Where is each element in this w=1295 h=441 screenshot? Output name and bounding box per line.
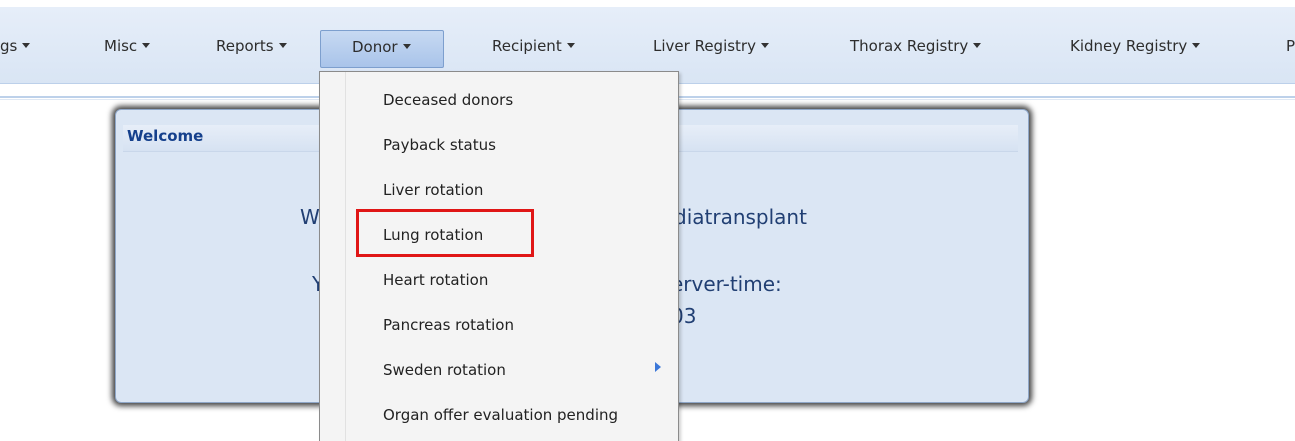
welcome-line-1-left: W	[300, 205, 320, 229]
chevron-down-icon	[566, 43, 575, 48]
menu-label: Kidney Registry	[1070, 37, 1188, 55]
menu-item-reports[interactable]: Reports	[216, 37, 287, 55]
menu-item-organ-offer-evaluation-pending[interactable]: Organ offer evaluation pending	[383, 406, 618, 424]
chevron-down-icon	[278, 43, 287, 48]
chevron-down-icon	[760, 43, 769, 48]
menu-item-heart-rotation[interactable]: Heart rotation	[383, 271, 488, 289]
welcome-title: Welcome	[127, 127, 204, 145]
menu-label: Thorax Registry	[850, 37, 969, 55]
menu-item-lung-rotation[interactable]: Lung rotation	[383, 226, 483, 244]
menu-item-recipient[interactable]: Recipient	[492, 37, 575, 55]
welcome-line-1-right: diatransplant	[674, 205, 807, 229]
menu-item-settings-partial[interactable]: gs	[0, 37, 31, 55]
menu-item-pancreas-rotation[interactable]: Pancreas rotation	[383, 316, 514, 334]
top-strip	[0, 0, 1295, 7]
chevron-down-icon	[973, 43, 982, 48]
chevron-down-icon	[402, 44, 411, 49]
chevron-down-icon	[22, 43, 31, 48]
menu-item-thorax-registry[interactable]: Thorax Registry	[850, 37, 982, 55]
menu-item-sweden-rotation[interactable]: Sweden rotation	[383, 361, 506, 379]
menu-item-liver-rotation[interactable]: Liver rotation	[383, 181, 483, 199]
menu-item-payback-status[interactable]: Payback status	[383, 136, 496, 154]
menu-label: gs	[0, 37, 18, 55]
menu-item-donor[interactable]: Donor	[320, 30, 444, 68]
menu-label: Donor	[352, 38, 398, 56]
chevron-down-icon	[142, 43, 151, 48]
menu-label: P	[1286, 37, 1295, 55]
triangle-right-icon	[655, 362, 661, 372]
menu-label: Reports	[216, 37, 274, 55]
menu-item-next-partial[interactable]: P	[1286, 37, 1295, 55]
menu-label: Recipient	[492, 37, 562, 55]
app-window: gs Misc Reports Donor Recipient Liver Re…	[0, 0, 1295, 441]
welcome-line-2-right: erver-time:	[671, 272, 782, 296]
donor-dropdown-menu: Deceased donors Payback status Liver rot…	[319, 71, 679, 441]
menu-item-deceased-donors[interactable]: Deceased donors	[383, 91, 513, 109]
menu-label: Misc	[104, 37, 138, 55]
menu-item-kidney-registry[interactable]: Kidney Registry	[1070, 37, 1201, 55]
menu-item-misc[interactable]: Misc	[104, 37, 151, 55]
chevron-down-icon	[1192, 43, 1201, 48]
menu-label: Liver Registry	[653, 37, 756, 55]
menu-item-liver-registry[interactable]: Liver Registry	[653, 37, 769, 55]
